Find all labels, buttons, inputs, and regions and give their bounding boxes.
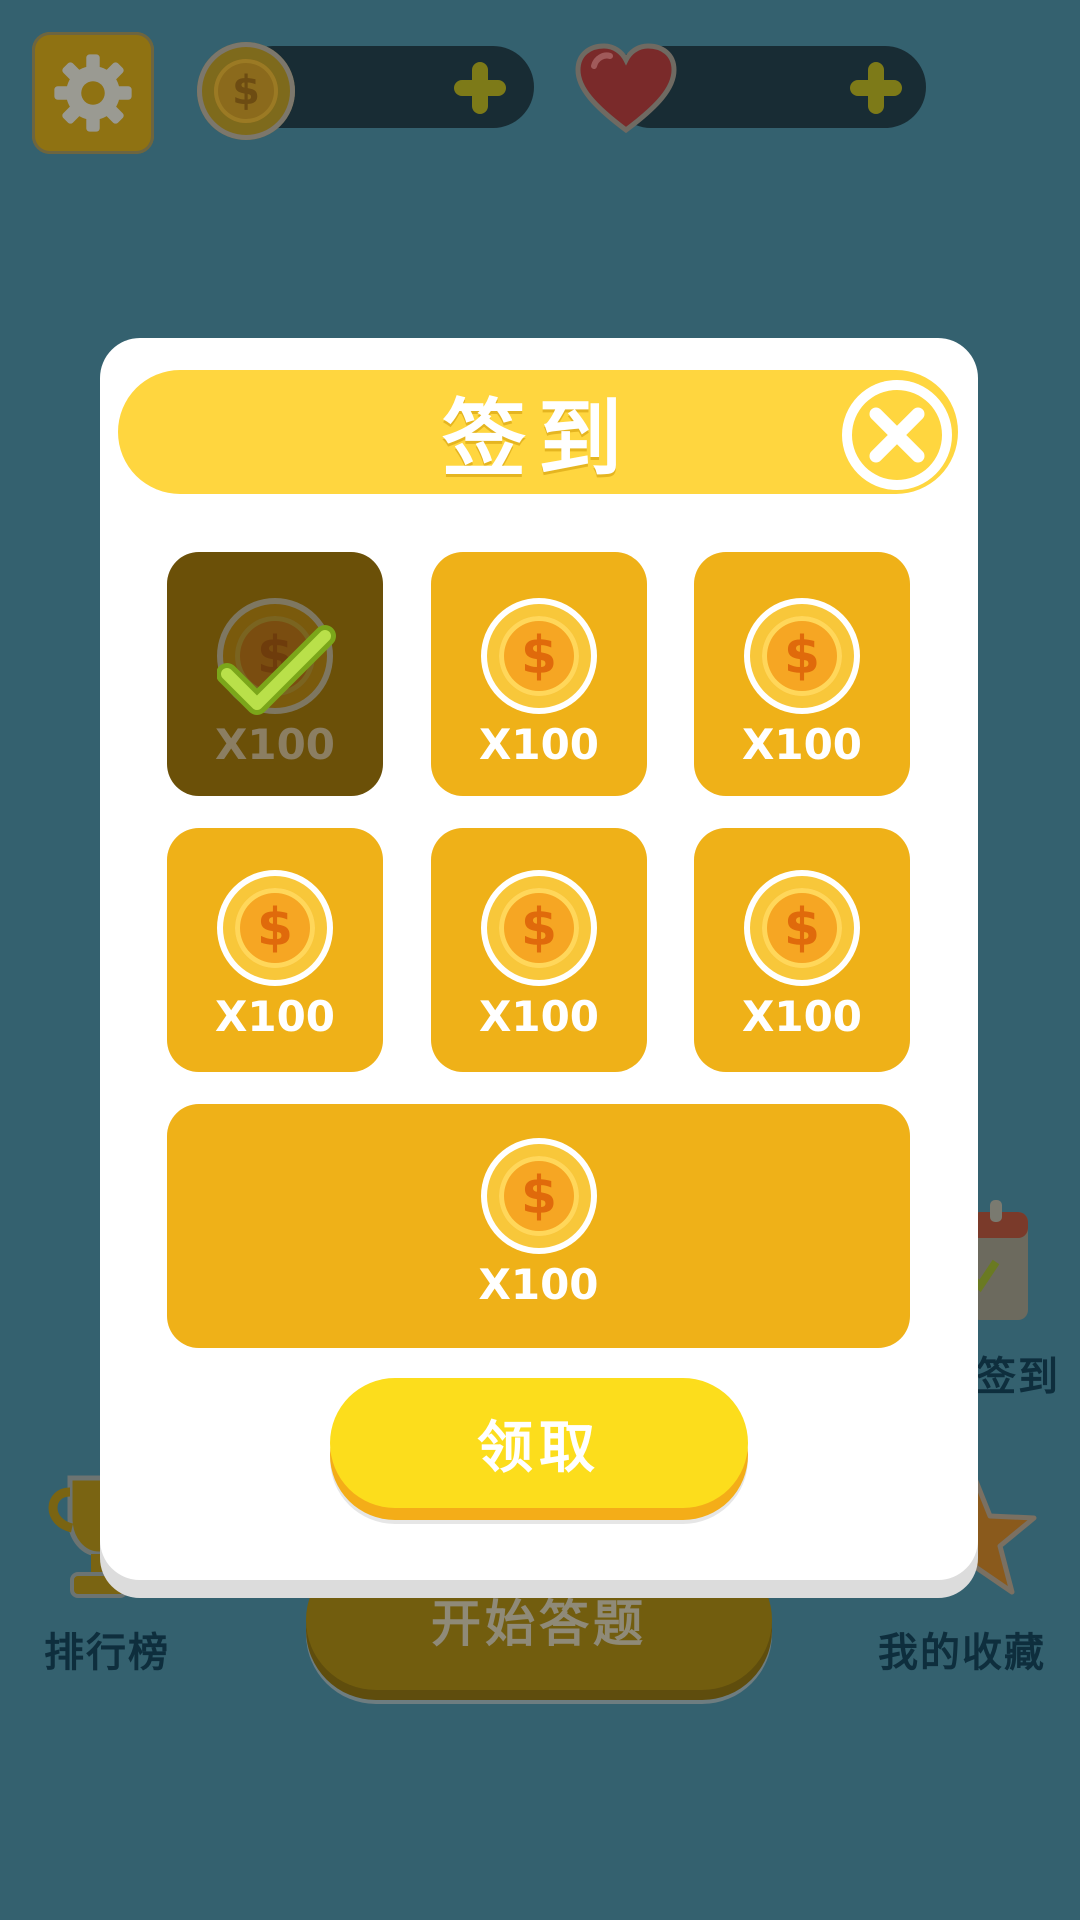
reward-amount: X100 [741, 992, 863, 1041]
reward-day-7[interactable]: $ X100 [167, 1104, 910, 1348]
reward-day-2[interactable]: $ X100 [431, 552, 647, 796]
reward-day-5[interactable]: $ X100 [431, 828, 647, 1072]
close-button[interactable] [842, 380, 952, 490]
add-coins-button[interactable] [452, 60, 508, 116]
coin-icon: $ [744, 870, 860, 986]
reward-amount: X100 [478, 1260, 599, 1309]
add-lives-button[interactable] [848, 60, 904, 116]
reward-day-1[interactable]: $ X100 [167, 552, 383, 796]
checkmark-icon [217, 625, 336, 715]
start-quiz-label: 开始答题 [431, 1595, 647, 1653]
reward-amount: X100 [478, 992, 600, 1041]
reward-amount: X100 [741, 720, 863, 769]
coin-icon: $ [744, 598, 860, 714]
coin-icon: $ [217, 870, 333, 986]
claim-label: 领取 [477, 1415, 601, 1481]
coin-icon: $ [481, 870, 597, 986]
favorites-label[interactable]: 我的收藏 [878, 1620, 1046, 1678]
coin-icon: $ [197, 42, 295, 140]
coin-icon: $ [481, 1138, 597, 1254]
heart-icon [575, 43, 677, 134]
reward-amount: X100 [214, 720, 336, 769]
reward-day-3[interactable]: $ X100 [694, 552, 910, 796]
close-icon [869, 407, 925, 463]
dialog-title: 签到 [441, 389, 634, 488]
coin-icon: $ [481, 598, 597, 714]
leaderboard-label[interactable]: 排行榜 [44, 1620, 170, 1678]
reward-amount: X100 [478, 720, 600, 769]
reward-day-6[interactable]: $ X100 [694, 828, 910, 1072]
calendar-icon [970, 1200, 1028, 1320]
gear-icon [54, 54, 132, 132]
claim-button[interactable]: 领取 [330, 1378, 748, 1508]
settings-button[interactable] [32, 32, 154, 154]
signin-label[interactable]: 签到 [976, 1344, 1060, 1402]
reward-day-4[interactable]: $ X100 [167, 828, 383, 1072]
reward-amount: X100 [214, 992, 336, 1041]
dialog-title-bar: 签到 [118, 370, 958, 494]
